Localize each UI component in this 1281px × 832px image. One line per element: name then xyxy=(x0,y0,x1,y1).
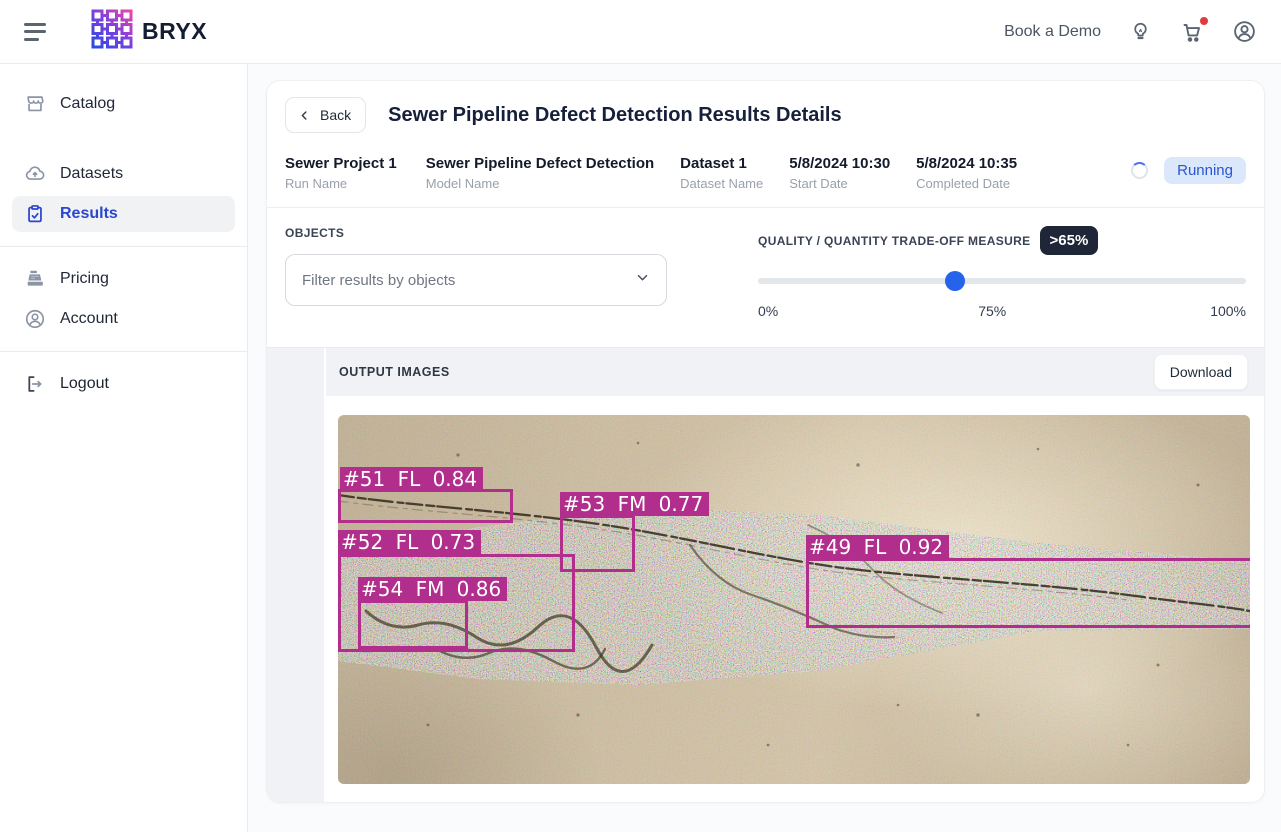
run-info-row: Sewer Project 1 Run Name Sewer Pipeline … xyxy=(267,143,1264,208)
results-details-card: Back Sewer Pipeline Defect Detection Res… xyxy=(266,80,1265,803)
detection-box xyxy=(338,489,513,523)
back-button[interactable]: Back xyxy=(285,97,366,133)
download-button[interactable]: Download xyxy=(1154,354,1248,390)
detection-box xyxy=(806,558,1250,628)
logout-icon xyxy=(24,373,46,395)
book-a-demo-link[interactable]: Book a Demo xyxy=(1004,23,1101,41)
lightbulb-button[interactable] xyxy=(1127,19,1153,45)
output-detection-image[interactable]: #51 FL 0.84 #52 FL 0.73 #54 FM 0.86 #53 FM … xyxy=(338,415,1250,784)
chevron-left-icon xyxy=(298,109,311,122)
run-name-field: Sewer Project 1 Run Name xyxy=(285,155,397,191)
dataset-name-value: Dataset 1 xyxy=(680,155,763,172)
main-content: Back Sewer Pipeline Defect Detection Res… xyxy=(248,64,1281,832)
lightbulb-icon xyxy=(1129,20,1152,43)
sidebar-item-account[interactable]: Account xyxy=(12,301,235,337)
tradeoff-slider[interactable] xyxy=(758,271,1246,291)
slider-scale: 0% 75% 100% xyxy=(758,303,1246,321)
scale-max: 100% xyxy=(1210,303,1246,319)
menu-icon[interactable] xyxy=(24,21,52,43)
cloud-upload-icon xyxy=(24,163,46,185)
dataset-name-field: Dataset 1 Dataset Name xyxy=(680,155,763,191)
chevron-down-icon xyxy=(635,270,650,290)
sidebar-item-catalog[interactable]: Catalog xyxy=(12,86,235,122)
output-images-header: OUTPUT IMAGES Download xyxy=(326,348,1264,396)
detection-label: #51 FL 0.84 xyxy=(340,467,483,491)
sidebar-item-datasets[interactable]: Datasets xyxy=(12,156,235,192)
sidebar-item-pricing[interactable]: Pricing xyxy=(12,261,235,297)
detection-box xyxy=(560,515,635,572)
sidebar-item-label: Datasets xyxy=(60,165,123,183)
bryx-logo-icon xyxy=(90,8,134,55)
output-left-rail xyxy=(267,348,326,802)
objects-filter-select[interactable]: Filter results by objects xyxy=(285,254,667,306)
person-circle-icon xyxy=(24,308,46,330)
running-spinner-icon xyxy=(1131,162,1148,179)
top-bar: BRYX Book a Demo xyxy=(0,0,1281,64)
output-section: OUTPUT IMAGES Download xyxy=(267,347,1264,802)
sidebar-divider xyxy=(0,351,247,352)
cart-notification-dot xyxy=(1200,17,1208,25)
detection-label: #53 FM 0.77 xyxy=(560,492,709,516)
brand-name: BRYX xyxy=(142,18,207,45)
sidebar-item-label: Catalog xyxy=(60,95,115,113)
tradeoff-value-badge: >65% xyxy=(1040,226,1099,255)
completed-date-field: 5/8/2024 10:35 Completed Date xyxy=(916,155,1017,191)
page-title: Sewer Pipeline Defect Detection Results … xyxy=(388,104,842,127)
sidebar-divider xyxy=(0,246,247,247)
completed-date-label: Completed Date xyxy=(916,176,1017,191)
slider-track[interactable] xyxy=(758,278,1246,284)
detection-box xyxy=(358,600,468,649)
run-name-label: Run Name xyxy=(285,176,397,191)
model-name-label: Model Name xyxy=(426,176,654,191)
detection-label: #49 FL 0.92 xyxy=(806,535,949,559)
account-button[interactable] xyxy=(1231,19,1257,45)
sidebar: Catalog Datasets Results xyxy=(0,64,248,832)
cash-register-icon xyxy=(24,268,46,290)
start-date-label: Start Date xyxy=(789,176,890,191)
start-date-value: 5/8/2024 10:30 xyxy=(789,155,890,172)
detection-label: #52 FL 0.73 xyxy=(338,530,481,554)
start-date-field: 5/8/2024 10:30 Start Date xyxy=(789,155,890,191)
clipboard-check-icon xyxy=(24,203,46,225)
slider-thumb[interactable] xyxy=(945,271,965,291)
dataset-name-label: Dataset Name xyxy=(680,176,763,191)
completed-date-value: 5/8/2024 10:35 xyxy=(916,155,1017,172)
cart-button[interactable] xyxy=(1179,19,1205,45)
sidebar-item-logout[interactable]: Logout xyxy=(12,366,235,402)
sidebar-item-label: Account xyxy=(60,310,118,328)
scale-mid: 75% xyxy=(978,303,1006,319)
brand-logo[interactable]: BRYX xyxy=(90,8,207,55)
sidebar-item-label: Logout xyxy=(60,375,109,393)
storefront-icon xyxy=(24,93,46,115)
sidebar-item-label: Pricing xyxy=(60,270,109,288)
back-button-label: Back xyxy=(320,107,351,123)
filter-row: OBJECTS Filter results by objects QUALIT… xyxy=(267,208,1264,347)
tradeoff-label: QUALITY / QUANTITY TRADE-OFF MEASURE xyxy=(758,234,1031,248)
detection-label: #54 FM 0.86 xyxy=(358,577,507,601)
account-icon xyxy=(1232,19,1257,44)
model-name-field: Sewer Pipeline Defect Detection Model Na… xyxy=(426,155,654,191)
run-name-value: Sewer Project 1 xyxy=(285,155,397,172)
sidebar-item-results[interactable]: Results xyxy=(12,196,235,232)
output-images-heading: OUTPUT IMAGES xyxy=(339,365,450,379)
objects-label: OBJECTS xyxy=(285,226,667,240)
sidebar-item-label: Results xyxy=(60,205,118,223)
model-name-value: Sewer Pipeline Defect Detection xyxy=(426,155,654,172)
scale-min: 0% xyxy=(758,303,778,319)
objects-filter-placeholder: Filter results by objects xyxy=(302,272,635,289)
status-badge: Running xyxy=(1164,157,1246,184)
